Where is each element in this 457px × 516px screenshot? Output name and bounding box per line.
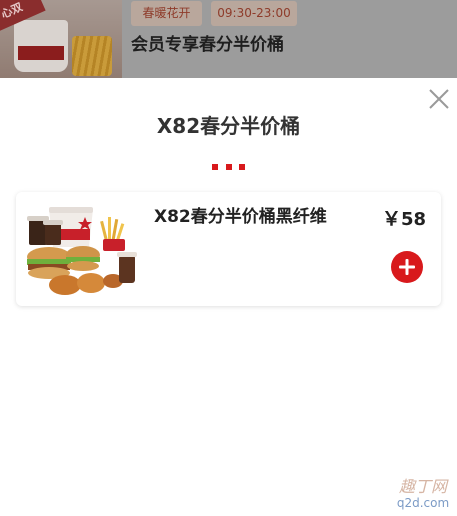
plus-circle-icon bbox=[391, 251, 423, 283]
product-card[interactable]: X82春分半价桶黑纤维 ￥58 bbox=[16, 192, 441, 306]
promo-title: 会员专享春分半价桶 bbox=[131, 35, 284, 55]
close-icon bbox=[429, 89, 449, 109]
divider-dot bbox=[212, 164, 218, 170]
close-button[interactable] bbox=[426, 86, 452, 112]
price-value: 58 bbox=[401, 209, 427, 230]
corner-badge-text: 心双 bbox=[0, 0, 25, 22]
product-name: X82春分半价桶黑纤维 bbox=[154, 207, 327, 227]
product-image bbox=[27, 207, 137, 295]
product-price: ￥58 bbox=[382, 204, 426, 231]
bucket-image bbox=[14, 20, 68, 72]
product-modal: X82春分半价桶 X82春分半价桶黑纤维 ￥58 bbox=[0, 78, 457, 516]
divider-dot bbox=[225, 164, 232, 170]
hours-tag: 09:30-23:00 bbox=[211, 1, 297, 26]
season-tag: 春暖花开 bbox=[131, 1, 202, 26]
watermark-logo: 趣丁网 bbox=[398, 477, 447, 496]
watermark-url: q2d.com bbox=[396, 496, 450, 510]
divider-dot bbox=[239, 164, 245, 170]
currency-symbol: ￥ bbox=[382, 208, 402, 230]
add-to-cart-button[interactable] bbox=[390, 250, 424, 284]
watermark: 趣丁网 q2d.com bbox=[392, 477, 454, 511]
background-overlay: 心双 春暖花开 09:30-23:00 会员专享春分半价桶 bbox=[0, 0, 457, 78]
title-divider-dots bbox=[212, 164, 245, 170]
modal-title: X82春分半价桶 bbox=[156, 114, 301, 138]
fries-image bbox=[72, 36, 112, 76]
background-product-image: 心双 bbox=[0, 0, 122, 78]
